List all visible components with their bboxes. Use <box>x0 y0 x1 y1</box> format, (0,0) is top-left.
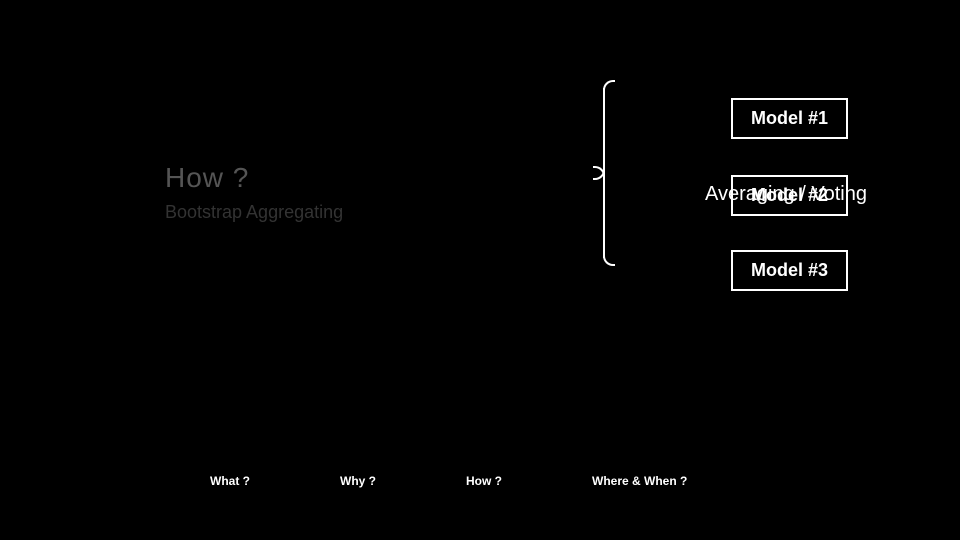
slide-title: How ? <box>165 162 343 194</box>
slide: How ? Bootstrap Aggregating Model #1 Mod… <box>0 0 960 540</box>
brace-bottom-curve <box>603 254 615 266</box>
averaging-voting-label: Averaging / Voting <box>705 183 867 206</box>
title-block: How ? Bootstrap Aggregating <box>165 162 343 223</box>
model-1-box: Model #1 <box>731 98 848 139</box>
model-3-box: Model #3 <box>731 250 848 291</box>
bottom-nav: What ? Why ? How ? Where & When ? <box>210 474 687 488</box>
nav-why[interactable]: Why ? <box>340 474 376 488</box>
nav-how[interactable]: How ? <box>466 474 502 488</box>
nav-where-when[interactable]: Where & When ? <box>592 474 687 488</box>
nav-what[interactable]: What ? <box>210 474 250 488</box>
slide-subtitle: Bootstrap Aggregating <box>165 202 343 223</box>
brace-top-curve <box>603 80 615 92</box>
